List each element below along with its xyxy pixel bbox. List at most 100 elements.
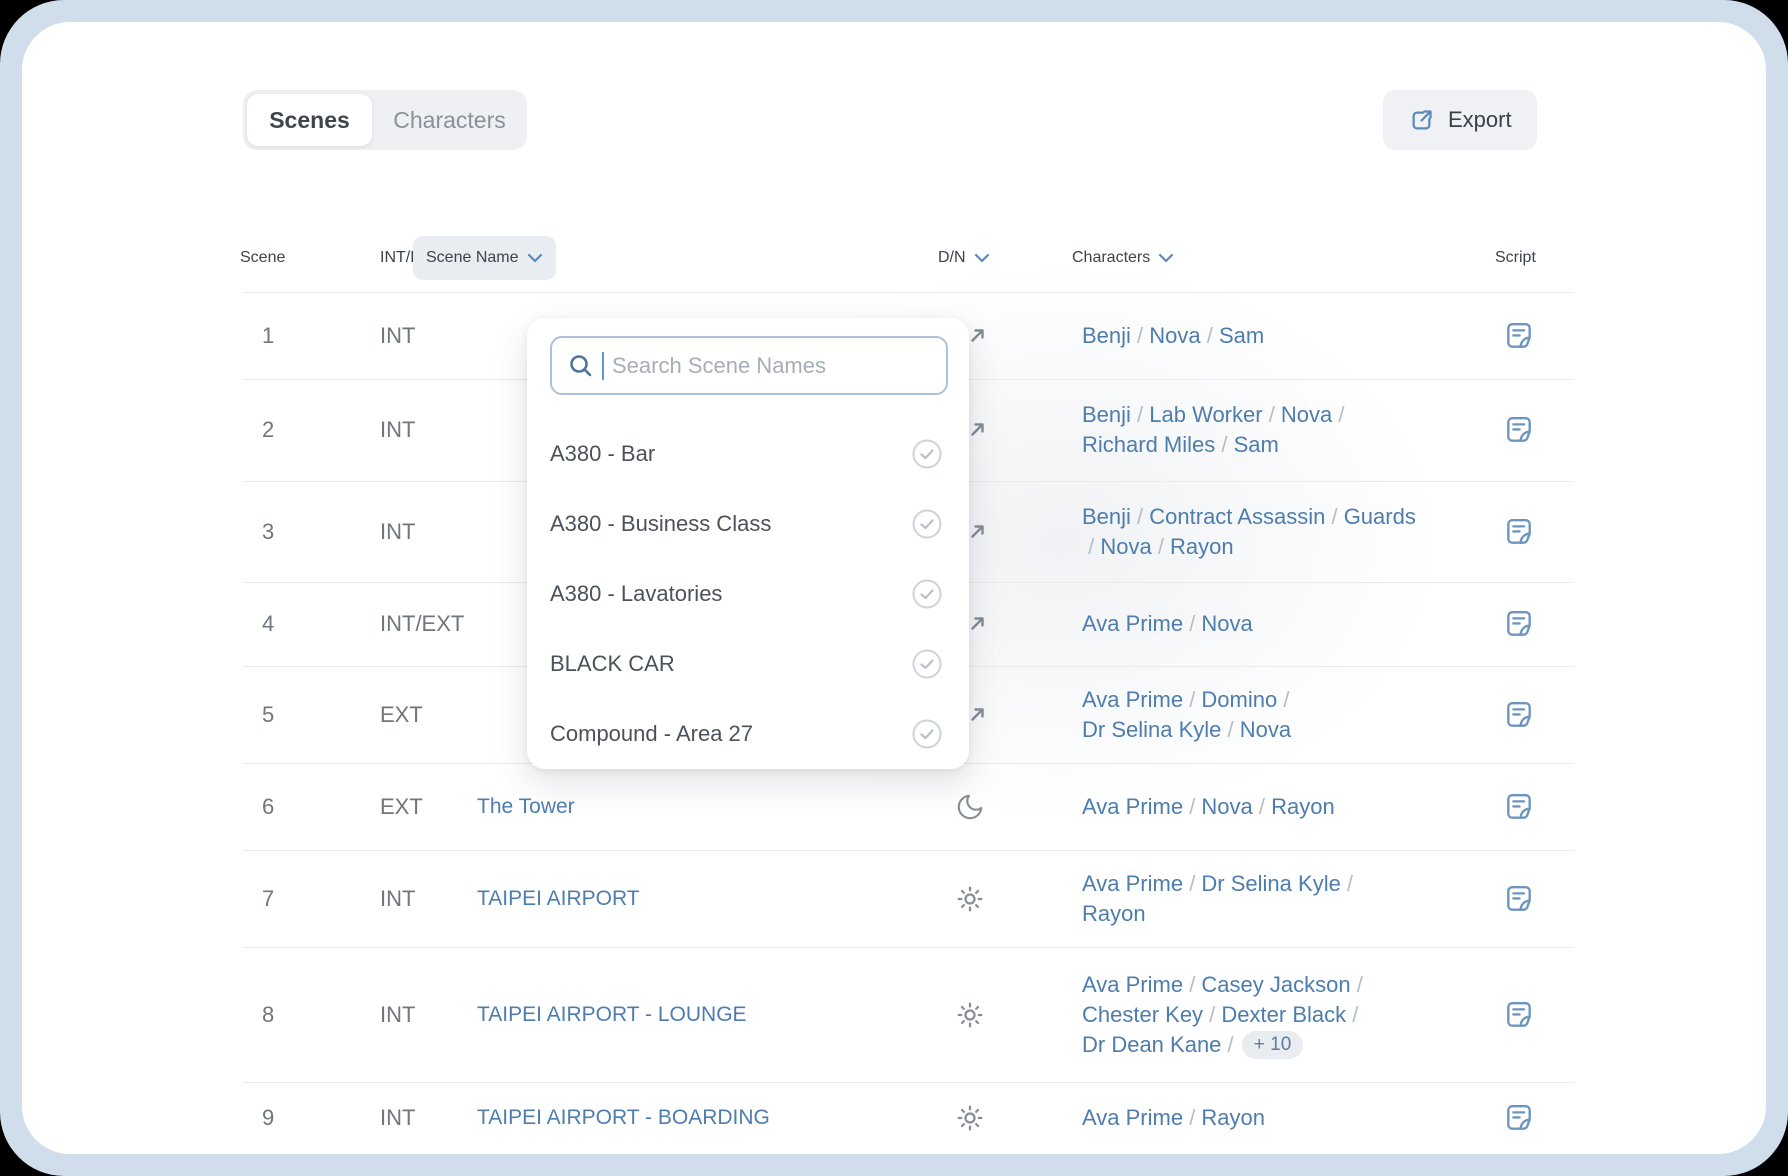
sun-icon: [948, 1082, 992, 1154]
character-link[interactable]: Dr Selina Kyle: [1201, 869, 1340, 899]
scene-name-link[interactable]: The Tower: [477, 763, 575, 850]
character-link[interactable]: Ava Prime: [1082, 685, 1183, 715]
character-link[interactable]: Ava Prime: [1082, 869, 1183, 899]
character-link[interactable]: Dr Dean Kane: [1082, 1030, 1221, 1060]
characters-cell: Ava Prime / Casey Jackson / Chester Key …: [1082, 947, 1417, 1082]
script-icon[interactable]: [1497, 481, 1541, 582]
character-link[interactable]: Ava Prime: [1082, 1103, 1183, 1133]
character-link[interactable]: Rayon: [1170, 532, 1234, 562]
scene-name-link[interactable]: TAIPEI AIRPORT: [477, 850, 640, 947]
character-link[interactable]: Nova: [1281, 400, 1332, 430]
scene-name-link[interactable]: TAIPEI AIRPORT - LOUNGE: [477, 947, 747, 1082]
header-characters[interactable]: Characters: [1072, 234, 1174, 282]
script-icon[interactable]: [1497, 1082, 1541, 1154]
more-characters-badge[interactable]: + 10: [1242, 1031, 1304, 1059]
sun-icon: [948, 947, 992, 1082]
character-link[interactable]: Dr Selina Kyle: [1082, 715, 1221, 745]
separator: /: [1351, 970, 1369, 1000]
script-icon[interactable]: [1497, 582, 1541, 666]
scene-number: 7: [262, 850, 274, 947]
character-link[interactable]: Chester Key: [1082, 1000, 1203, 1030]
script-icon[interactable]: [1497, 763, 1541, 850]
character-link[interactable]: Domino: [1201, 685, 1277, 715]
separator: /: [1203, 1000, 1221, 1030]
characters-cell: Ava Prime / Nova: [1082, 582, 1417, 666]
script-icon[interactable]: [1497, 850, 1541, 947]
character-link[interactable]: Nova: [1240, 715, 1291, 745]
character-link[interactable]: Ava Prime: [1082, 970, 1183, 1000]
character-link[interactable]: Nova: [1149, 321, 1200, 351]
table-row: 8 INT TAIPEI AIRPORT - LOUNGE Ava Prime …: [243, 947, 1574, 1083]
scene-name-filter-dropdown: A380 - Bar A380 - Business Class A380 - …: [527, 318, 969, 769]
separator: /: [1346, 1000, 1364, 1030]
header-script: Script: [1495, 234, 1536, 282]
character-link[interactable]: Nova: [1201, 609, 1252, 639]
separator: /: [1152, 532, 1170, 562]
character-link[interactable]: Ava Prime: [1082, 792, 1183, 822]
check-circle-icon: [912, 439, 942, 469]
scene-number: 5: [262, 666, 274, 763]
separator: /: [1183, 609, 1201, 639]
script-icon[interactable]: [1497, 379, 1541, 481]
character-link[interactable]: Casey Jackson: [1201, 970, 1350, 1000]
check-circle-icon: [912, 579, 942, 609]
export-button[interactable]: Export: [1383, 90, 1537, 150]
screenshot-stage: Scenes Characters Export Scene: [0, 0, 1788, 1176]
export-icon: [1408, 107, 1435, 134]
character-link[interactable]: Rayon: [1201, 1103, 1265, 1133]
character-link[interactable]: Richard Miles: [1082, 430, 1215, 460]
character-link[interactable]: Sam: [1219, 321, 1264, 351]
character-link[interactable]: Contract Assassin: [1149, 502, 1325, 532]
separator: /: [1215, 430, 1233, 460]
separator: /: [1332, 400, 1350, 430]
character-link[interactable]: Rayon: [1271, 792, 1335, 822]
characters-cell: Benji / Contract Assassin / Guards / Nov…: [1082, 481, 1417, 582]
separator: /: [1325, 502, 1343, 532]
header-dn[interactable]: D/N: [938, 234, 990, 282]
character-link[interactable]: Benji: [1082, 502, 1131, 532]
separator: /: [1221, 715, 1239, 745]
scene-name-link[interactable]: TAIPEI AIRPORT - BOARDING: [477, 1082, 770, 1154]
script-icon[interactable]: [1497, 947, 1541, 1082]
chevron-down-icon: [974, 253, 990, 263]
chevron-down-icon: [527, 253, 543, 263]
character-link[interactable]: Dexter Black: [1221, 1000, 1346, 1030]
character-link[interactable]: Lab Worker: [1149, 400, 1262, 430]
search-icon: [566, 351, 596, 381]
header-scene-name[interactable]: Scene Name: [413, 236, 556, 280]
character-link[interactable]: Benji: [1082, 321, 1131, 351]
character-link[interactable]: Nova: [1201, 792, 1252, 822]
scene-number: 1: [262, 292, 274, 379]
separator: /: [1131, 321, 1149, 351]
option-scene-name[interactable]: A380 - Bar: [527, 419, 969, 489]
option-scene-name[interactable]: A380 - Business Class: [527, 489, 969, 559]
scene-number: 8: [262, 947, 274, 1082]
script-icon[interactable]: [1497, 292, 1541, 379]
header-scene: Scene: [240, 234, 285, 282]
character-link[interactable]: Ava Prime: [1082, 609, 1183, 639]
character-link[interactable]: Sam: [1234, 430, 1279, 460]
option-scene-name[interactable]: A380 - Lavatories: [527, 559, 969, 629]
table-row: 7 INT TAIPEI AIRPORT Ava Prime / Dr Seli…: [243, 850, 1574, 948]
option-scene-name[interactable]: BLACK CAR: [527, 629, 969, 699]
separator: /: [1201, 321, 1219, 351]
character-link[interactable]: Nova: [1100, 532, 1151, 562]
separator: /: [1253, 792, 1271, 822]
check-circle-icon: [912, 649, 942, 679]
search-input[interactable]: [604, 337, 946, 394]
character-link[interactable]: Guards: [1344, 502, 1416, 532]
int-ext-value: EXT: [380, 763, 423, 850]
option-scene-name[interactable]: Compound - Area 27: [527, 699, 969, 769]
separator: /: [1183, 792, 1201, 822]
character-link[interactable]: Benji: [1082, 400, 1131, 430]
check-circle-icon: [912, 509, 942, 539]
scene-number: 4: [262, 582, 274, 666]
separator: /: [1183, 1103, 1201, 1133]
character-link[interactable]: Rayon: [1082, 899, 1146, 929]
separator: /: [1277, 685, 1295, 715]
script-icon[interactable]: [1497, 666, 1541, 763]
separator: /: [1341, 869, 1359, 899]
tab-scenes[interactable]: Scenes: [247, 94, 372, 146]
separator: /: [1183, 685, 1201, 715]
tab-characters[interactable]: Characters: [372, 107, 527, 134]
